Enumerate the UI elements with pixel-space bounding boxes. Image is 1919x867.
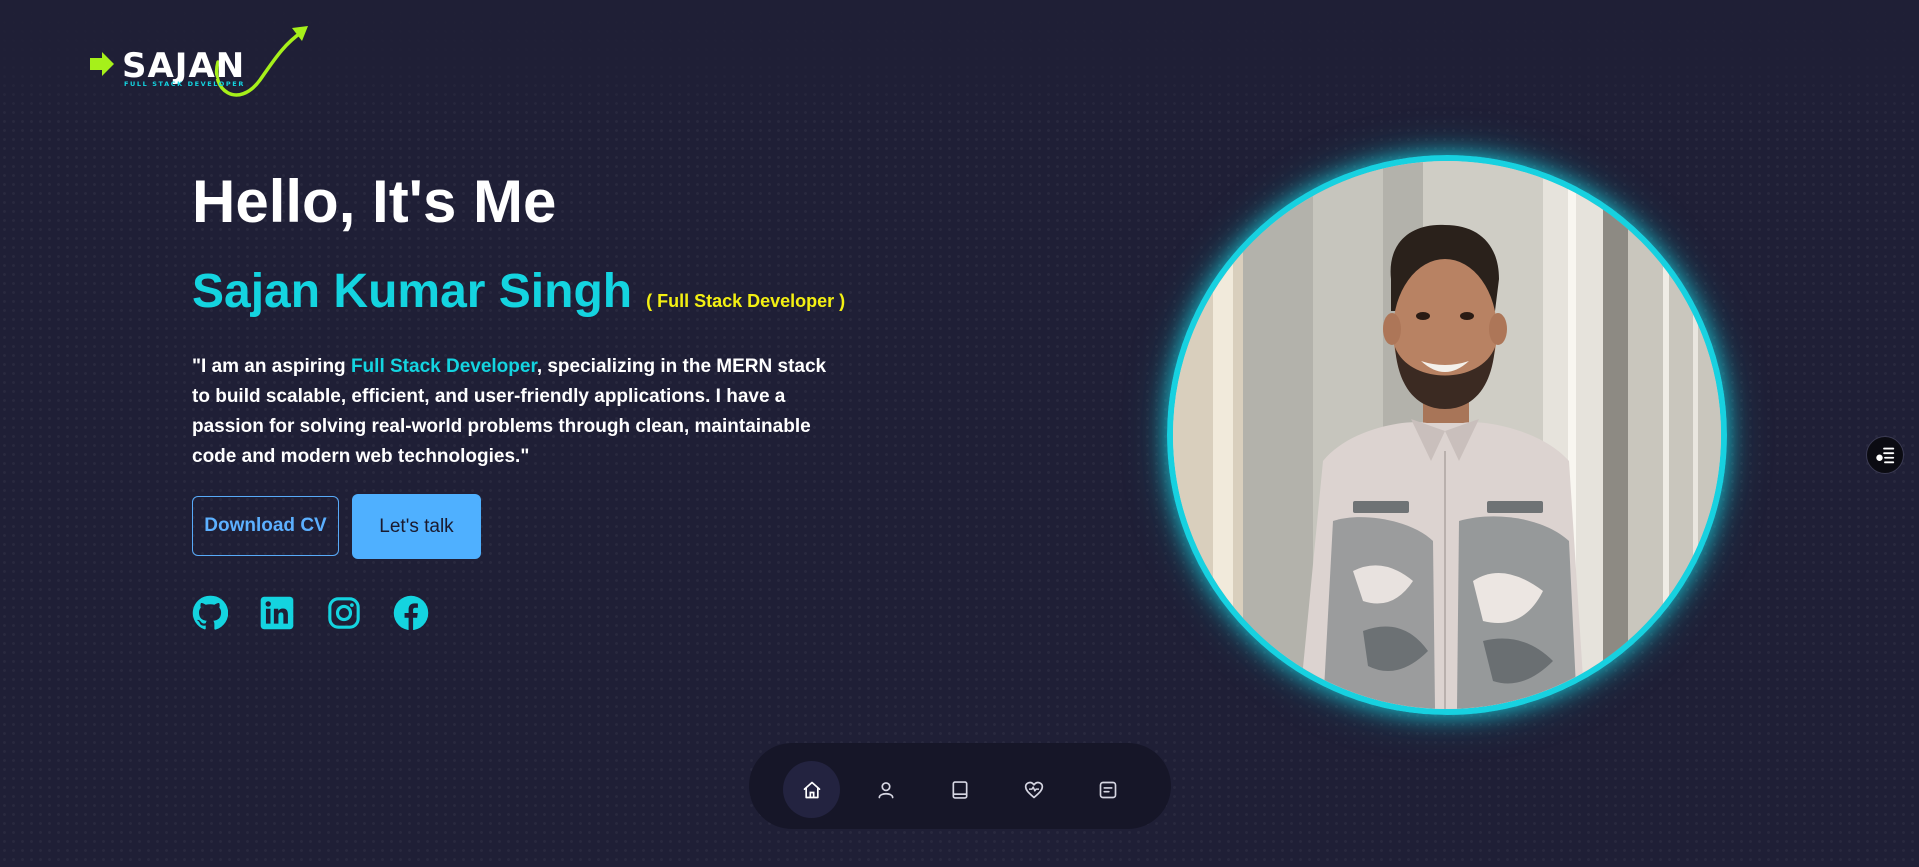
nav-contact[interactable] bbox=[1079, 761, 1136, 818]
linkedin-icon[interactable] bbox=[259, 595, 295, 631]
role-label: ( Full Stack Developer ) bbox=[646, 291, 846, 311]
logo-tagline: FULL STACK DEVELOPER bbox=[124, 80, 245, 88]
person-photo-icon bbox=[1173, 161, 1721, 709]
instagram-icon[interactable] bbox=[326, 595, 362, 631]
nav-resume[interactable] bbox=[931, 761, 988, 818]
user-icon bbox=[878, 781, 893, 798]
bio-text-start: "I am an aspiring bbox=[192, 356, 351, 377]
lets-talk-button[interactable]: Let's talk bbox=[352, 494, 481, 559]
greeting-heading: Hello, It's Me bbox=[192, 168, 557, 235]
facebook-icon[interactable] bbox=[393, 595, 429, 631]
hero-section: Hello, It's Me Sajan Kumar Singh ( Full … bbox=[192, 160, 852, 631]
heart-pulse-icon bbox=[1024, 781, 1043, 798]
name-row: Sajan Kumar Singh ( Full Stack Developer… bbox=[192, 262, 852, 322]
hero-actions: Download CV Let's talk bbox=[192, 494, 852, 559]
toggle-list-icon bbox=[1876, 447, 1895, 464]
message-icon bbox=[1099, 781, 1116, 798]
site-logo[interactable]: SAJAN FULL STACK DEVELOPER bbox=[88, 24, 312, 108]
social-links bbox=[192, 595, 852, 631]
bottom-nav bbox=[749, 743, 1171, 829]
full-name: Sajan Kumar Singh bbox=[192, 265, 633, 318]
nav-services[interactable] bbox=[1005, 761, 1062, 818]
nav-about[interactable] bbox=[857, 761, 914, 818]
side-toggle-button[interactable] bbox=[1866, 436, 1904, 474]
bio-paragraph: "I am an aspiring Full Stack Developer, … bbox=[192, 352, 842, 472]
book-icon bbox=[952, 780, 967, 799]
nav-home[interactable] bbox=[783, 761, 840, 818]
bio-highlight: Full Stack Developer bbox=[350, 356, 537, 377]
download-cv-button[interactable]: Download CV bbox=[192, 496, 339, 556]
home-icon bbox=[803, 781, 820, 798]
github-icon[interactable] bbox=[192, 595, 228, 631]
profile-photo bbox=[1167, 155, 1727, 715]
